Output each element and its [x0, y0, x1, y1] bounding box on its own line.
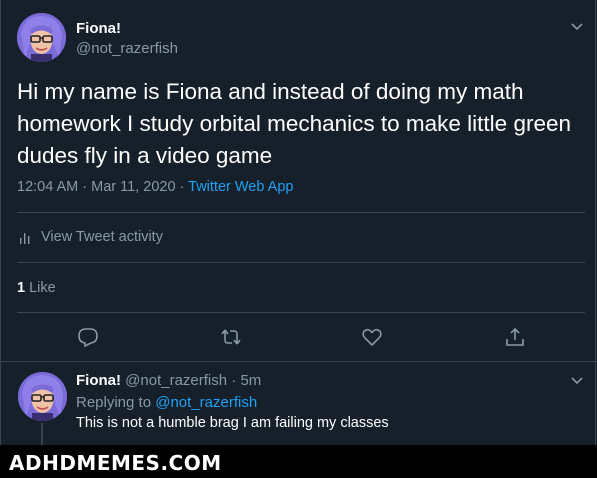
share-icon[interactable] — [504, 326, 526, 348]
watermark-text: ADHDMEMES.COM — [9, 451, 222, 475]
reply-text: This is not a humble brag I am failing m… — [76, 415, 389, 431]
replying-to: Replying to @not_razerfish — [76, 394, 257, 411]
watermark-banner: ADHDMEMES.COM — [0, 445, 597, 478]
user-handle[interactable]: @not_razerfish — [76, 40, 178, 57]
tweet-meta: 12:04 AM · Mar 11, 2020 · Twitter Web Ap… — [17, 179, 293, 195]
reply-icon[interactable] — [77, 326, 99, 348]
likes-stat[interactable]: 1 Like — [17, 280, 56, 296]
replying-to-link[interactable]: @not_razerfish — [155, 394, 257, 411]
reply-avatar[interactable] — [18, 372, 67, 421]
bar-chart-icon — [20, 233, 30, 244]
reply-header: Fiona! @not_razerfish · 5m — [76, 372, 261, 389]
reply-display-name[interactable]: Fiona! — [76, 372, 121, 389]
chevron-down-icon[interactable] — [570, 22, 584, 32]
tweet-separator — [0, 361, 597, 362]
avatar[interactable] — [17, 13, 66, 62]
tweet-source-link[interactable]: Twitter Web App — [188, 179, 293, 195]
chevron-down-icon[interactable] — [570, 376, 584, 386]
tweet-timestamp[interactable]: 12:04 AM · Mar 11, 2020 · — [17, 179, 188, 195]
reply-handle-time[interactable]: @not_razerfish · 5m — [125, 372, 261, 389]
tweet-text: Hi my name is Fiona and instead of doing… — [17, 79, 571, 168]
main-tweet: Fiona! @not_razerfish Hi my name is Fion… — [0, 0, 597, 362]
retweet-icon[interactable] — [220, 326, 242, 348]
view-activity-link[interactable]: View Tweet activity — [19, 229, 163, 245]
divider — [17, 262, 585, 263]
activity-label: View Tweet activity — [41, 229, 163, 245]
likes-count: 1 — [17, 280, 26, 296]
thread-line — [41, 423, 43, 445]
display-name[interactable]: Fiona! — [76, 20, 121, 37]
heart-icon[interactable] — [361, 326, 383, 348]
divider — [17, 312, 585, 313]
replying-prefix: Replying to — [76, 394, 156, 411]
likes-label: Like — [29, 280, 56, 296]
divider — [17, 212, 585, 213]
